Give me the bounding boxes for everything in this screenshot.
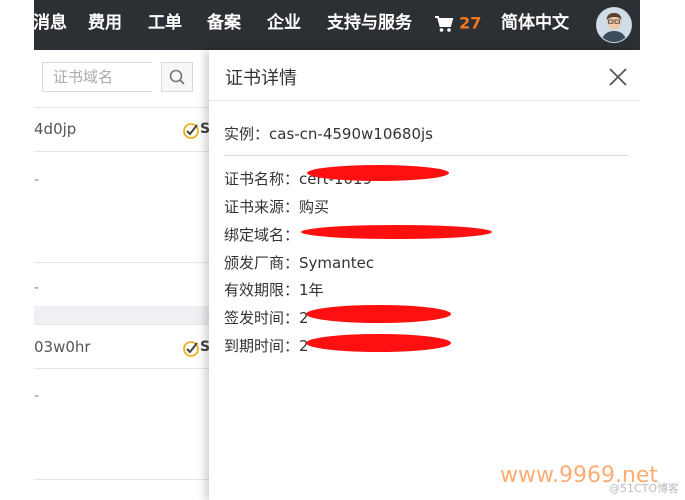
nav-support-services[interactable]: 支持与服务 [327, 0, 412, 50]
detail-value: Symantec [299, 254, 375, 272]
redaction-mark [301, 225, 492, 239]
issued-check-icon [183, 341, 199, 357]
row-divider [34, 151, 210, 152]
detail-value: 购买 [299, 198, 330, 216]
certificate-id-link[interactable]: 03w0hr [34, 338, 91, 356]
screenshot-margin-right [640, 0, 685, 500]
detail-label: 绑定域名： [224, 226, 300, 244]
redaction-mark [306, 305, 451, 323]
detail-label: 证书名称： [224, 170, 300, 188]
blog-watermark: @51CTO博客 [609, 482, 680, 495]
domain-search-input[interactable]: 证书域名 [42, 62, 152, 92]
language-switcher[interactable]: 简体中文 [501, 0, 569, 50]
cart-count-badge: 27 [459, 13, 482, 33]
redaction-mark [306, 334, 451, 352]
detail-expiry-time: 到期时间：2 [224, 335, 309, 356]
shopping-cart-icon [435, 15, 454, 32]
redaction-mark [307, 165, 449, 181]
row-divider [34, 324, 210, 325]
instance-id: 实例：cas-cn-4590w10680js [224, 125, 433, 143]
certificate-id-link[interactable]: 4d0jp [34, 120, 76, 138]
detail-issuer: 颁发厂商：Symantec [224, 252, 374, 273]
detail-value: 2 [299, 337, 309, 355]
detail-label: 有效期限： [224, 281, 300, 299]
nav-enterprise[interactable]: 企业 [267, 0, 301, 50]
row-divider [34, 368, 210, 369]
console-app: 消息 费用 工单 备案 企业 支持与服务 27 简体中文 证书域名 4d0jp … [34, 0, 640, 500]
cart-button[interactable]: 27 [434, 0, 481, 50]
row-divider [34, 262, 210, 263]
detail-bound-domain: 绑定域名： [224, 224, 299, 245]
nav-messages[interactable]: 消息 [34, 0, 67, 50]
detail-value: 1年 [299, 281, 324, 299]
issued-check-icon [183, 123, 199, 139]
nav-tickets[interactable]: 工单 [148, 0, 182, 50]
drawer-header-divider [209, 100, 640, 101]
detail-cert-source: 证书来源：购买 [224, 196, 329, 217]
user-avatar[interactable] [596, 7, 632, 43]
user-avatar-icon [597, 8, 631, 42]
detail-validity: 有效期限：1年 [224, 279, 324, 300]
detail-label: 到期时间： [224, 337, 300, 355]
top-navigation-bar: 消息 费用 工单 备案 企业 支持与服务 27 简体中文 [34, 0, 640, 50]
detail-label: 颁发厂商： [224, 254, 300, 272]
detail-label: 证书来源： [224, 198, 300, 216]
certificate-list-panel: 证书域名 4d0jp S - - 03w0hr S - [34, 50, 210, 500]
detail-label: 签发时间： [224, 309, 300, 327]
empty-cell-dash: - [34, 172, 40, 188]
row-divider [34, 479, 210, 480]
close-icon[interactable] [607, 66, 629, 88]
empty-cell-dash: - [34, 388, 40, 404]
search-button[interactable] [161, 62, 193, 92]
screenshot-margin-left [0, 0, 34, 500]
drawer-title: 证书详情 [225, 68, 297, 89]
section-divider [224, 155, 628, 156]
nav-billing[interactable]: 费用 [88, 0, 122, 50]
search-icon [169, 69, 185, 85]
group-separator [34, 306, 210, 324]
detail-issue-time: 签发时间：2 [224, 307, 309, 328]
row-divider [34, 107, 210, 108]
nav-icp-filing[interactable]: 备案 [207, 0, 241, 50]
certificate-detail-drawer: 证书详情 实例：cas-cn-4590w10680js 证书名称：cert-10… [209, 50, 640, 500]
empty-cell-dash: - [34, 280, 40, 296]
